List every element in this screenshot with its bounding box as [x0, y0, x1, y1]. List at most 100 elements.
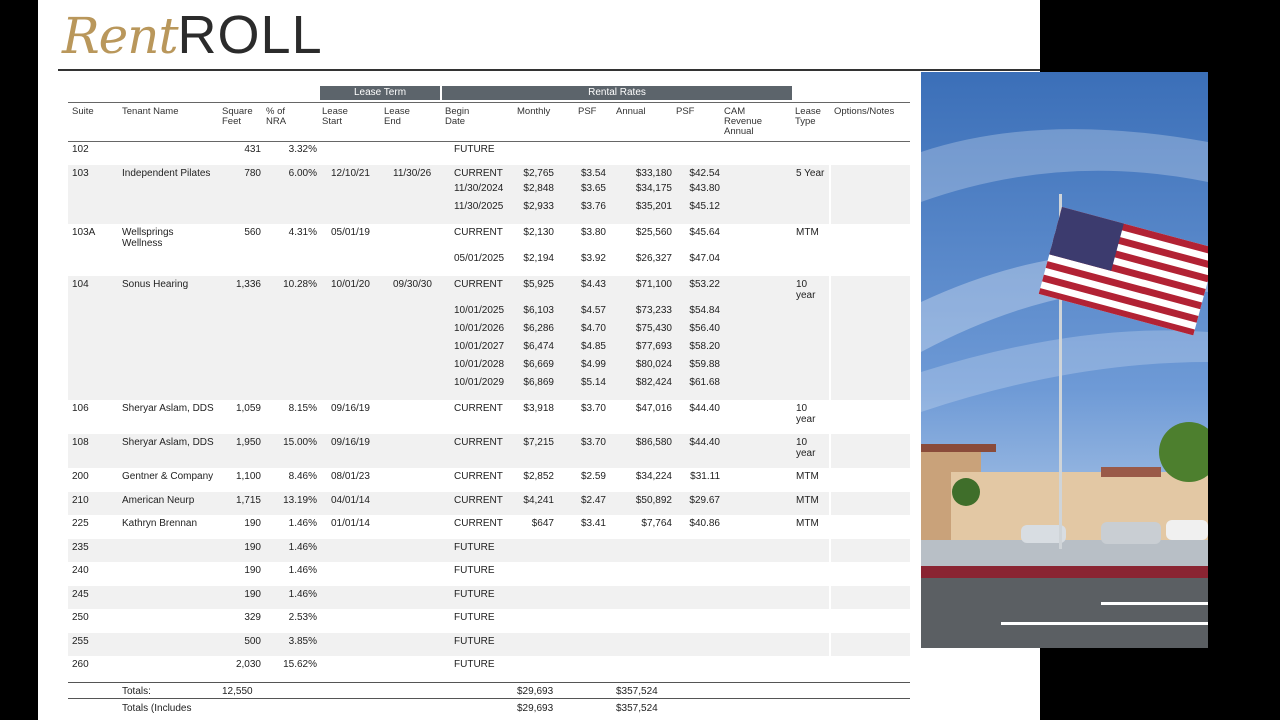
col-annual: Annual — [616, 106, 646, 117]
psf-cell: $4.43 — [580, 279, 606, 290]
psf-annual-cell: $56.40 — [689, 323, 720, 334]
table-row: 260 2,030 15.62% FUTURE — [68, 656, 910, 680]
totals-sqft: 12,550 — [222, 685, 253, 697]
psf-annual-cell: $58.20 — [689, 341, 720, 352]
lease-term-group: Lease Term — [320, 86, 440, 100]
monthly-cell: $2,933 — [523, 201, 554, 212]
table-row: 102 431 3.32% FUTURE — [68, 141, 910, 165]
psf-cell: $3.70 — [580, 437, 606, 448]
suite-cell: 260 — [72, 659, 89, 670]
begin-date-cell: FUTURE — [454, 635, 495, 647]
monthly-cell: $7,215 — [523, 437, 554, 448]
suite-cell: 255 — [72, 635, 89, 647]
logo-script: Rent — [62, 7, 179, 65]
suite-cell: 210 — [72, 494, 89, 506]
monthly-cell: $3,918 — [523, 403, 554, 414]
psf-cell: $2.59 — [580, 471, 606, 482]
nra-cell: 1.46% — [288, 565, 317, 576]
sqft-cell: 431 — [244, 144, 261, 155]
totals-annual: $357,524 — [616, 685, 658, 697]
begin-date-cell: 10/01/2028 — [454, 359, 505, 370]
col-psf: PSF — [578, 106, 597, 117]
psf-annual-cell: $44.40 — [689, 437, 720, 448]
lease-start-cell: 08/01/23 — [331, 471, 370, 482]
nra-cell: 13.19% — [283, 494, 317, 506]
lease-start-cell: 09/16/19 — [331, 403, 370, 414]
tenant-cell: Gentner & Company — [122, 471, 214, 482]
lease-type-cell: MTM — [796, 494, 819, 506]
sqft-cell: 500 — [244, 635, 261, 647]
lease-type-cell: 10 year — [796, 279, 816, 301]
psf-annual-cell: $61.68 — [689, 377, 720, 388]
annual-cell: $47,016 — [635, 403, 672, 414]
nra-cell: 6.00% — [288, 167, 317, 179]
table-row: 250 329 2.53% FUTURE — [68, 609, 910, 633]
lease-start-cell: 12/10/21 — [331, 167, 370, 179]
annual-cell: $25,560 — [635, 227, 672, 238]
lease-type-cell: 5 Year — [796, 167, 825, 179]
monthly-cell: $4,241 — [523, 494, 554, 506]
psf-annual-cell: $31.11 — [690, 471, 720, 482]
annual-cell: $33,180 — [635, 167, 672, 179]
col-sqft: Square Feet — [222, 106, 253, 127]
rent-roll-logo: RentROLL — [62, 4, 323, 66]
sqft-cell: 1,100 — [235, 471, 261, 482]
nra-cell: 4.31% — [288, 227, 317, 238]
suite-cell: 225 — [72, 518, 89, 529]
monthly-cell: $6,669 — [523, 359, 554, 370]
sqft-cell: 190 — [244, 565, 261, 576]
totals-label: Totals: — [122, 685, 151, 697]
col-begin-date: Begin Date — [445, 106, 470, 127]
monthly-cell: $647 — [531, 518, 554, 529]
monthly-cell: $2,848 — [523, 183, 554, 194]
rental-rates-group: Rental Rates — [442, 86, 792, 100]
sqft-cell: 190 — [244, 541, 261, 553]
suite-cell: 103A — [72, 227, 96, 238]
psf-cell: $4.99 — [580, 359, 606, 370]
tenant-cell: Sheryar Aslam, DDS — [122, 437, 214, 448]
monthly-cell: $2,194 — [523, 253, 554, 264]
tenant-cell: Wellsprings Wellness — [122, 227, 174, 249]
psf-annual-cell: $45.64 — [689, 227, 720, 238]
nra-cell: 1.46% — [288, 588, 317, 600]
begin-date-cell: 10/01/2029 — [454, 377, 505, 388]
psf-annual-cell: $40.86 — [689, 518, 720, 529]
col-lease-start: Lease Start — [322, 106, 348, 127]
psf-cell: $4.85 — [580, 341, 606, 352]
lease-type-cell: MTM — [796, 227, 819, 238]
annual-cell: $34,175 — [635, 183, 672, 194]
suite-cell: 106 — [72, 403, 89, 414]
table-row: 103 Independent Pilates 780 6.00% 12/10/21 11… — [68, 164, 910, 224]
annual-cell: $50,892 — [635, 494, 672, 506]
table-row: 200 Gentner & Company 1,100 8.46% 08/01/23 MT… — [68, 468, 910, 492]
sqft-cell: 329 — [244, 612, 261, 623]
nra-cell: 15.62% — [283, 659, 317, 670]
property-photo — [921, 72, 1208, 648]
begin-date-cell: FUTURE — [454, 659, 495, 670]
psf-annual-cell: $59.88 — [689, 359, 720, 370]
monthly-cell: $6,869 — [523, 377, 554, 388]
nra-cell: 15.00% — [283, 437, 317, 448]
begin-date-cell: CURRENT — [454, 518, 503, 529]
begin-date-cell: FUTURE — [454, 565, 495, 576]
col-monthly: Monthly — [517, 106, 551, 117]
annual-cell: $26,327 — [635, 253, 672, 264]
psf-annual-cell: $42.54 — [689, 167, 720, 179]
lease-end-cell: 09/30/30 — [393, 279, 432, 290]
monthly-cell: $2,130 — [523, 227, 554, 238]
table-row: 108 Sheryar Aslam, DDS 1,950 15.00% 09/16/19… — [68, 434, 910, 468]
suite-cell: 108 — [72, 437, 89, 448]
lease-end-cell: 11/30/26 — [393, 167, 432, 179]
psf-annual-cell: $47.04 — [689, 253, 720, 264]
psf-annual-cell: $45.12 — [689, 201, 720, 212]
tenant-cell: Sonus Hearing — [122, 279, 189, 290]
monthly-cell: $5,925 — [523, 279, 554, 290]
begin-date-cell: CURRENT — [454, 494, 503, 506]
psf-annual-cell: $43.80 — [689, 183, 720, 194]
psf-cell: $3.76 — [580, 201, 606, 212]
annual-cell: $73,233 — [635, 305, 672, 316]
totals-divider — [68, 681, 910, 683]
annual-cell: $34,224 — [635, 471, 672, 482]
col-nra: % of NRA — [266, 106, 287, 127]
table-header: Suite Tenant Name Square Feet % of NRA L… — [68, 102, 910, 142]
